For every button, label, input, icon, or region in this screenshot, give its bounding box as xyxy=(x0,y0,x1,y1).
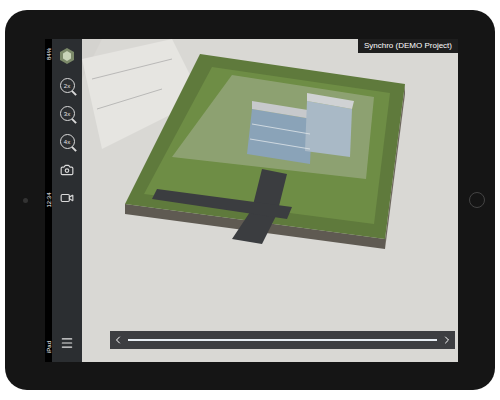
menu-icon xyxy=(60,336,74,350)
zoom-button[interactable]: 4x xyxy=(56,131,78,153)
project-title: Synchro (DEMO Project) xyxy=(358,39,458,53)
camera-icon xyxy=(60,163,74,177)
video-button[interactable] xyxy=(56,187,78,209)
toolbar: 2x 3x 4x xyxy=(52,39,82,362)
zoom-button[interactable]: 2x xyxy=(56,75,78,97)
zoom-label: 2x xyxy=(64,83,70,89)
previous-icon[interactable] xyxy=(112,334,124,346)
menu-button[interactable] xyxy=(56,332,78,354)
screen: 84% 12:34 iPad 2x 3x 4x Synchro (DEMO Project) xyxy=(45,39,458,362)
synchro-logo-icon[interactable] xyxy=(58,47,76,65)
zoom-label: 4x xyxy=(64,139,70,145)
timeline-track[interactable] xyxy=(128,339,437,341)
building-model-icon xyxy=(82,39,458,362)
camera-button[interactable] xyxy=(56,159,78,181)
timeline-fill xyxy=(128,339,437,341)
next-icon[interactable] xyxy=(441,334,453,346)
timeline[interactable] xyxy=(110,331,455,349)
zoom-button[interactable]: 3x xyxy=(56,103,78,125)
video-camera-icon xyxy=(60,191,74,205)
status-text: 84% xyxy=(46,47,52,59)
camera-view: Synchro (DEMO Project) xyxy=(82,39,458,362)
front-camera-icon xyxy=(23,198,28,203)
status-bar: 84% 12:34 iPad xyxy=(45,39,52,362)
status-text: iPad xyxy=(46,340,52,352)
status-text: 12:34 xyxy=(46,192,52,207)
zoom-label: 3x xyxy=(64,111,70,117)
tablet: 84% 12:34 iPad 2x 3x 4x Synchro (DEMO Project) xyxy=(5,10,495,390)
page: 84% 12:34 iPad 2x 3x 4x Synchro (DEMO Project) xyxy=(0,0,500,400)
home-button[interactable] xyxy=(469,192,485,208)
